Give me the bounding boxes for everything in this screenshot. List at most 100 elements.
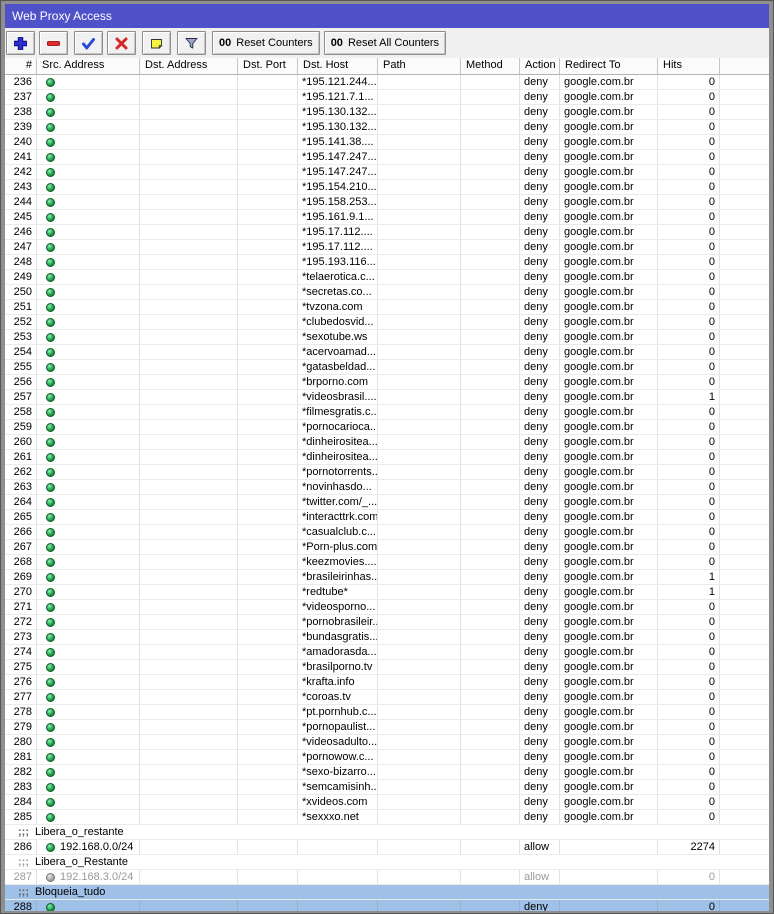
column-header-[interactable]: # bbox=[5, 58, 37, 74]
table-row[interactable]: 265 *interacttrk.com deny google.com.br 0 bbox=[5, 510, 769, 525]
table-row[interactable]: 269 *brasileirinhas... deny google.com.br 1 bbox=[5, 570, 769, 585]
table-row[interactable]: 252 *clubedosvid... deny google.com.br 0 bbox=[5, 315, 769, 330]
comment-row[interactable]: ;;; Bloqueia_tudo bbox=[5, 885, 769, 900]
table-row[interactable]: 280 *videosadulto... deny google.com.br 0 bbox=[5, 735, 769, 750]
add-button[interactable] bbox=[6, 31, 35, 55]
table-row[interactable]: 238 *195.130.132... deny google.com.br 0 bbox=[5, 105, 769, 120]
table-row[interactable]: 261 *dinheirositea... deny google.com.br 0 bbox=[5, 450, 769, 465]
column-header-method[interactable]: Method bbox=[461, 58, 520, 74]
rule-dot-icon bbox=[46, 797, 55, 807]
table-row[interactable]: 266 *casualclub.c... deny google.com.br 0 bbox=[5, 525, 769, 540]
table-row[interactable]: 288 deny 0 bbox=[5, 900, 769, 911]
column-header-src-address[interactable]: Src. Address bbox=[37, 58, 140, 74]
table-row[interactable]: 255 *gatasbeldad... deny google.com.br 0 bbox=[5, 360, 769, 375]
table-row[interactable]: 281 *pornowow.c... deny google.com.br 0 bbox=[5, 750, 769, 765]
table-row[interactable]: 264 *twitter.com/_... deny google.com.br 0 bbox=[5, 495, 769, 510]
table-row[interactable]: 249 *telaerotica.c... deny google.com.br 0 bbox=[5, 270, 769, 285]
table-row[interactable]: 270 *redtube* deny google.com.br 1 bbox=[5, 585, 769, 600]
table-row[interactable]: 256 *brporno.com deny google.com.br 0 bbox=[5, 375, 769, 390]
table-row[interactable]: 273 *bundasgratis... deny google.com.br 0 bbox=[5, 630, 769, 645]
cell-src-address bbox=[37, 390, 140, 404]
rule-dot-icon bbox=[46, 647, 55, 657]
table-row[interactable]: 246 *195.17.112.... deny google.com.br 0 bbox=[5, 225, 769, 240]
table-row[interactable]: 277 *coroas.tv deny google.com.br 0 bbox=[5, 690, 769, 705]
table-row[interactable]: 260 *dinheirositea... deny google.com.br 0 bbox=[5, 435, 769, 450]
cell-redirect-to: google.com.br bbox=[560, 615, 658, 629]
enable-button[interactable] bbox=[74, 31, 103, 55]
table-row[interactable]: 254 *acervoamad... deny google.com.br 0 bbox=[5, 345, 769, 360]
table-row[interactable]: 263 *novinhasdo... deny google.com.br 0 bbox=[5, 480, 769, 495]
table-row[interactable]: 284 *xvideos.com deny google.com.br 0 bbox=[5, 795, 769, 810]
reset-counters-button[interactable]: 00 Reset Counters bbox=[212, 31, 320, 55]
table-row[interactable]: 241 *195.147.247... deny google.com.br 0 bbox=[5, 150, 769, 165]
cell-dst-port bbox=[238, 165, 298, 179]
table-row[interactable]: 279 *pornopaulist... deny google.com.br 0 bbox=[5, 720, 769, 735]
table-row[interactable]: 242 *195.147.247... deny google.com.br 0 bbox=[5, 165, 769, 180]
cell-dst-port bbox=[238, 330, 298, 344]
table-row[interactable]: 258 *filmesgratis.c... deny google.com.br 0 bbox=[5, 405, 769, 420]
cell-src-address bbox=[37, 795, 140, 809]
remove-button[interactable] bbox=[39, 31, 68, 55]
table-row[interactable]: 262 *pornotorrents... deny google.com.br 0 bbox=[5, 465, 769, 480]
table-row[interactable]: 274 *amadorasda... deny google.com.br 0 bbox=[5, 645, 769, 660]
comment-row[interactable]: ;;; Libera_o_Restante bbox=[5, 855, 769, 870]
table-row[interactable]: 250 *secretas.co... deny google.com.br 0 bbox=[5, 285, 769, 300]
cell-action: deny bbox=[520, 150, 560, 164]
table-row[interactable]: 286 192.168.0.0/24 allow 2274 bbox=[5, 840, 769, 855]
table-row[interactable]: 245 *195.161.9.1... deny google.com.br 0 bbox=[5, 210, 769, 225]
table-row[interactable]: 285 *sexxxo.net deny google.com.br 0 bbox=[5, 810, 769, 825]
comment-button[interactable] bbox=[142, 31, 171, 55]
cell-redirect-to: google.com.br bbox=[560, 300, 658, 314]
reset-all-counters-button[interactable]: 00 Reset All Counters bbox=[323, 31, 447, 55]
table-row[interactable]: 239 *195.130.132... deny google.com.br 0 bbox=[5, 120, 769, 135]
comment-row[interactable]: ;;; Libera_o_restante bbox=[5, 825, 769, 840]
table-row[interactable]: 267 *Porn-plus.com deny google.com.br 0 bbox=[5, 540, 769, 555]
cell-dst-host: *pornopaulist... bbox=[298, 720, 378, 734]
cell-number: 254 bbox=[5, 345, 37, 359]
cell-action: deny bbox=[520, 510, 560, 524]
column-header-dst-address[interactable]: Dst. Address bbox=[140, 58, 238, 74]
rule-dot-icon bbox=[46, 182, 55, 192]
column-header-path[interactable]: Path bbox=[378, 58, 461, 74]
column-header-filler[interactable] bbox=[720, 58, 769, 74]
column-header-redirect-to[interactable]: Redirect To bbox=[560, 58, 658, 74]
table-row[interactable]: 237 *195.121.7.1... deny google.com.br 0 bbox=[5, 90, 769, 105]
table-row[interactable]: 272 *pornobrasileir... deny google.com.br 0 bbox=[5, 615, 769, 630]
table-row[interactable]: 247 *195.17.112.... deny google.com.br 0 bbox=[5, 240, 769, 255]
table-row[interactable]: 276 *krafta.info deny google.com.br 0 bbox=[5, 675, 769, 690]
table-row[interactable]: 275 *brasilporno.tv deny google.com.br 0 bbox=[5, 660, 769, 675]
disable-button[interactable] bbox=[107, 31, 136, 55]
table-row[interactable]: 259 *pornocarioca... deny google.com.br 0 bbox=[5, 420, 769, 435]
table-row[interactable]: 271 *videosporno... deny google.com.br 0 bbox=[5, 600, 769, 615]
table-row[interactable]: 236 *195.121.244... deny google.com.br 0 bbox=[5, 75, 769, 90]
cell-dst-port bbox=[238, 480, 298, 494]
table-row[interactable]: 278 *pt.pornhub.c... deny google.com.br 0 bbox=[5, 705, 769, 720]
table-row[interactable]: 268 *keezmovies.... deny google.com.br 0 bbox=[5, 555, 769, 570]
table-row[interactable]: 244 *195.158.253... deny google.com.br 0 bbox=[5, 195, 769, 210]
cell-method bbox=[461, 315, 520, 329]
column-header-hits[interactable]: Hits bbox=[658, 58, 720, 74]
cell-action: deny bbox=[520, 225, 560, 239]
table-row[interactable]: 243 *195.154.210... deny google.com.br 0 bbox=[5, 180, 769, 195]
cell-hits: 0 bbox=[658, 630, 720, 644]
column-header-dst-host[interactable]: Dst. Host bbox=[298, 58, 378, 74]
cell-filler bbox=[720, 240, 769, 254]
table-row[interactable]: 251 *tvzona.com deny google.com.br 0 bbox=[5, 300, 769, 315]
cell-hits: 0 bbox=[658, 900, 720, 911]
cell-number: 279 bbox=[5, 720, 37, 734]
filter-button[interactable] bbox=[177, 31, 206, 55]
table-row[interactable]: 257 *videosbrasil.... deny google.com.br 1 bbox=[5, 390, 769, 405]
column-header-action[interactable]: Action bbox=[520, 58, 560, 74]
table-row[interactable]: 283 *semcamisinh... deny google.com.br 0 bbox=[5, 780, 769, 795]
table-row[interactable]: 253 *sexotube.ws deny google.com.br 0 bbox=[5, 330, 769, 345]
cell-filler bbox=[720, 165, 769, 179]
table-row[interactable]: 248 *195.193.116... deny google.com.br 0 bbox=[5, 255, 769, 270]
column-header-dst-port[interactable]: Dst. Port bbox=[238, 58, 298, 74]
window-titlebar[interactable]: Web Proxy Access bbox=[5, 4, 769, 28]
table-row[interactable]: 240 *195.141.38.... deny google.com.br 0 bbox=[5, 135, 769, 150]
cell-action: deny bbox=[520, 330, 560, 344]
table-row[interactable]: 282 *sexo-bizarro.... deny google.com.br 0 bbox=[5, 765, 769, 780]
cell-number: 269 bbox=[5, 570, 37, 584]
table-row[interactable]: 287 192.168.3.0/24 allow 0 bbox=[5, 870, 769, 885]
cell-number: 246 bbox=[5, 225, 37, 239]
